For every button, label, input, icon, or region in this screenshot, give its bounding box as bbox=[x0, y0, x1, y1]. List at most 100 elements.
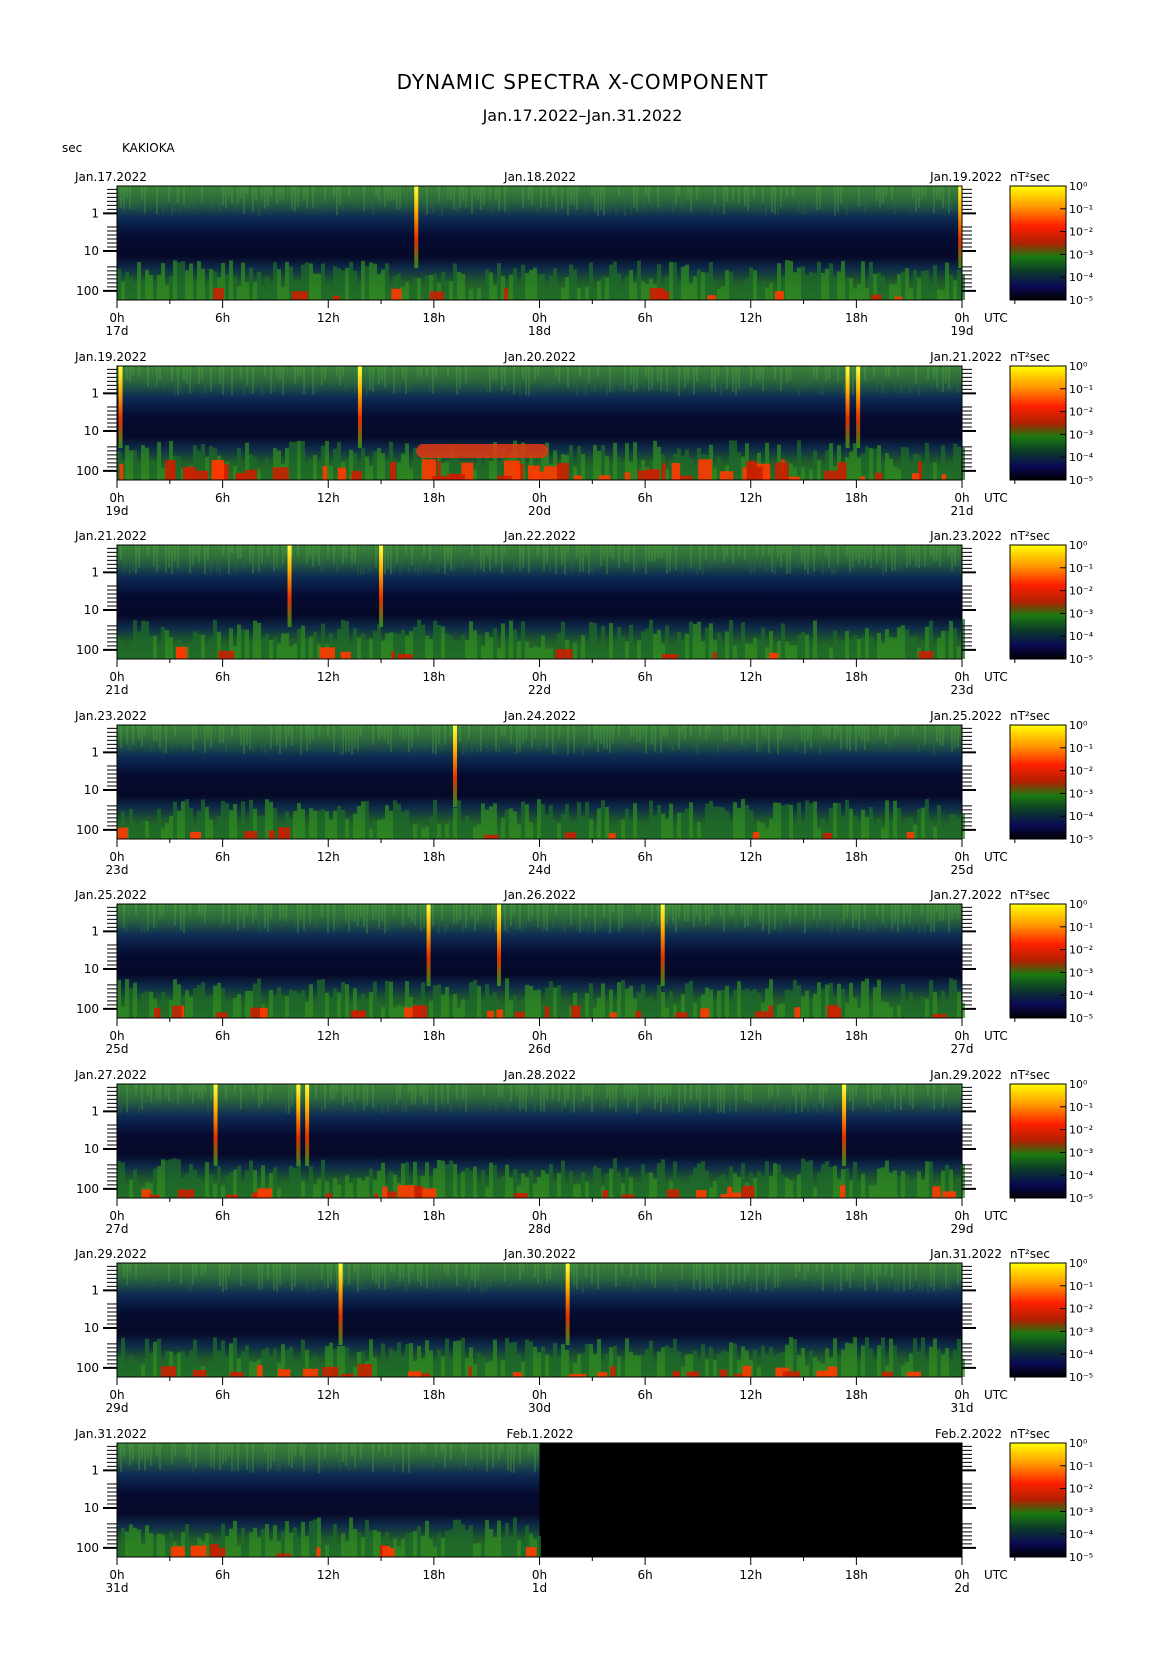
noise-streak bbox=[507, 186, 509, 211]
spike-mark bbox=[453, 725, 457, 808]
noise-streak bbox=[807, 545, 809, 575]
noise-streak bbox=[453, 1084, 455, 1093]
activity-bar bbox=[889, 819, 893, 839]
noise-streak bbox=[384, 545, 386, 575]
day-label-mid: 26d bbox=[528, 1042, 551, 1056]
noise-streak bbox=[201, 545, 203, 559]
activity-bar bbox=[925, 1161, 929, 1198]
noise-streak bbox=[324, 1084, 326, 1110]
red-activity bbox=[598, 475, 611, 480]
x-tick-label: 6h bbox=[215, 1209, 230, 1223]
activity-bar bbox=[277, 987, 281, 1018]
red-activity bbox=[752, 832, 760, 839]
noise-streak bbox=[279, 1084, 281, 1105]
activity-bar bbox=[633, 1355, 637, 1377]
activity-bar bbox=[453, 993, 457, 1018]
noise-streak bbox=[222, 366, 224, 396]
activity-bar bbox=[861, 1173, 865, 1198]
noise-streak bbox=[147, 1263, 149, 1273]
noise-streak bbox=[288, 904, 290, 916]
activity-bar bbox=[121, 1162, 125, 1198]
noise-streak bbox=[627, 904, 629, 923]
noise-streak bbox=[711, 725, 713, 738]
noise-streak bbox=[636, 904, 638, 915]
activity-bar bbox=[701, 827, 705, 839]
noise-streak bbox=[486, 904, 488, 925]
activity-bar bbox=[449, 635, 453, 659]
noise-streak bbox=[882, 1084, 884, 1104]
activity-bar bbox=[865, 1182, 869, 1198]
activity-bar bbox=[157, 1166, 161, 1198]
noise-streak bbox=[438, 186, 440, 203]
noise-streak bbox=[345, 186, 347, 205]
activity-bar bbox=[149, 275, 153, 300]
activity-bar bbox=[177, 810, 181, 839]
noise-streak bbox=[618, 904, 620, 932]
noise-streak bbox=[630, 1084, 632, 1101]
activity-bar bbox=[497, 648, 501, 659]
activity-bar bbox=[909, 636, 913, 659]
noise-streak bbox=[423, 545, 425, 556]
noise-streak bbox=[168, 1084, 170, 1102]
noise-streak bbox=[705, 1263, 707, 1289]
noise-streak bbox=[618, 545, 620, 569]
activity-bar bbox=[829, 1166, 833, 1198]
activity-bar bbox=[953, 813, 957, 839]
activity-bar bbox=[853, 1161, 857, 1198]
activity-bar bbox=[781, 1003, 785, 1018]
noise-streak bbox=[735, 1263, 737, 1281]
red-activity bbox=[719, 471, 734, 480]
activity-bar bbox=[765, 287, 769, 300]
activity-bar bbox=[661, 813, 665, 839]
noise-streak bbox=[552, 366, 554, 388]
noise-streak bbox=[237, 545, 239, 559]
activity-bar bbox=[377, 1361, 381, 1377]
red-activity bbox=[172, 1005, 182, 1018]
activity-bar bbox=[693, 828, 697, 839]
noise-streak bbox=[231, 904, 233, 917]
activity-bar bbox=[625, 1167, 629, 1198]
noise-streak bbox=[816, 366, 818, 381]
noise-streak bbox=[144, 1084, 146, 1103]
noise-streak bbox=[576, 545, 578, 559]
y-tick-label: 100 bbox=[76, 823, 99, 837]
activity-bar bbox=[281, 286, 285, 300]
noise-streak bbox=[852, 545, 854, 567]
colorbar-tick-label: 10⁻⁵ bbox=[1069, 294, 1093, 307]
activity-bar bbox=[213, 828, 217, 839]
activity-bar bbox=[145, 269, 149, 300]
noise-streak bbox=[711, 904, 713, 916]
noise-streak bbox=[891, 904, 893, 929]
red-activity bbox=[337, 467, 347, 480]
noise-streak bbox=[678, 366, 680, 396]
noise-streak bbox=[849, 545, 851, 572]
noise-streak bbox=[942, 186, 944, 209]
noise-streak bbox=[411, 545, 413, 566]
activity-bar bbox=[117, 1356, 121, 1377]
activity-bar bbox=[549, 1164, 553, 1198]
noise-streak bbox=[276, 1443, 278, 1472]
panel-4: Jan.23.2022 Jan.24.2022 Jan.25.2022 nT²sec1… bbox=[74, 709, 1094, 877]
red-activity bbox=[775, 462, 789, 480]
noise-streak bbox=[495, 366, 497, 381]
activity-bar bbox=[381, 1343, 385, 1377]
activity-bar bbox=[669, 991, 673, 1018]
noise-streak bbox=[921, 904, 923, 915]
activity-bar bbox=[597, 808, 601, 839]
noise-streak bbox=[366, 186, 368, 210]
noise-streak bbox=[714, 1084, 716, 1105]
noise-streak bbox=[822, 366, 824, 395]
panel-6: Jan.27.2022 Jan.28.2022 Jan.29.2022 nT²sec1… bbox=[74, 1068, 1094, 1236]
noise-streak bbox=[246, 186, 248, 195]
noise-streak bbox=[552, 1263, 554, 1279]
activity-bar bbox=[937, 638, 941, 659]
red-activity bbox=[190, 831, 202, 839]
noise-streak bbox=[453, 366, 455, 379]
noise-streak bbox=[903, 366, 905, 387]
noise-streak bbox=[129, 1084, 131, 1093]
noise-streak bbox=[903, 545, 905, 563]
activity-bar bbox=[301, 989, 305, 1018]
red-activity bbox=[834, 1008, 842, 1018]
activity-bar bbox=[473, 1364, 477, 1377]
colorbar-tick-label: 10⁻¹ bbox=[1069, 921, 1093, 934]
